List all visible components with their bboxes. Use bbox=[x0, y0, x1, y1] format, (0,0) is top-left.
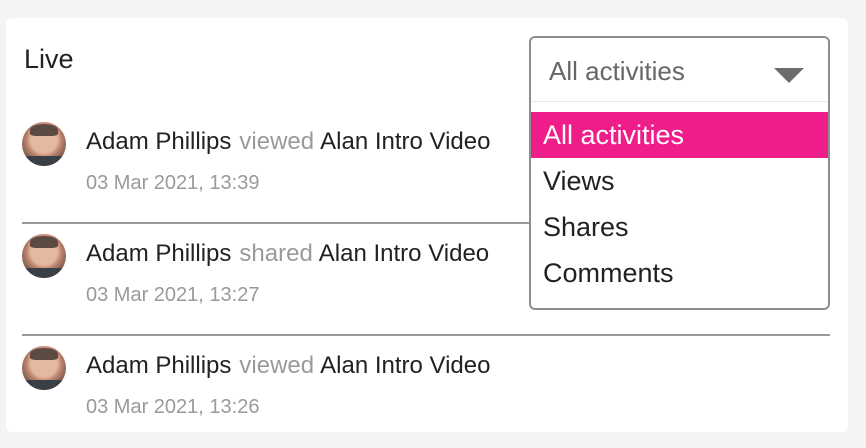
activity-user[interactable]: Adam Phillips bbox=[86, 128, 231, 155]
activity-timestamp: 03 Mar 2021, 13:26 bbox=[86, 396, 260, 418]
activity-user[interactable]: Adam Phillips bbox=[86, 240, 231, 267]
selected-filter-value: All activities bbox=[549, 56, 685, 86]
activity-timestamp: 03 Mar 2021, 13:39 bbox=[86, 172, 260, 194]
activity-action: shared bbox=[239, 240, 313, 267]
activity-timestamp: 03 Mar 2021, 13:27 bbox=[86, 284, 260, 306]
panel-title: Live bbox=[24, 44, 74, 74]
activity-filter-dropdown[interactable]: All activities All activities Views Shar… bbox=[529, 36, 830, 310]
user-avatar bbox=[22, 122, 66, 166]
activity-item[interactable]: Adam Phillips viewed Alan Intro Video 03 M… bbox=[22, 336, 830, 448]
filter-option-comments[interactable]: Comments bbox=[531, 250, 828, 296]
activity-item-name[interactable]: Alan Intro Video bbox=[320, 128, 490, 155]
user-avatar bbox=[22, 346, 66, 390]
activity-item-name[interactable]: Alan Intro Video bbox=[319, 240, 489, 267]
caret-down-icon[interactable] bbox=[774, 68, 804, 83]
activity-action: viewed bbox=[239, 352, 315, 379]
activity-item-name[interactable]: Alan Intro Video bbox=[320, 352, 490, 379]
user-avatar bbox=[22, 234, 66, 278]
filter-options-list: All activities Views Shares Comments bbox=[531, 102, 828, 308]
filter-option-views[interactable]: Views bbox=[531, 158, 828, 204]
filter-option-shares[interactable]: Shares bbox=[531, 204, 828, 250]
activity-action: viewed bbox=[239, 128, 315, 155]
activity-line: Adam Phillips shared Alan Intro Video bbox=[86, 240, 489, 268]
activity-line: Adam Phillips viewed Alan Intro Video bbox=[86, 352, 490, 380]
activity-user[interactable]: Adam Phillips bbox=[86, 352, 231, 379]
activity-line: Adam Phillips viewed Alan Intro Video bbox=[86, 128, 490, 156]
activity-filter-select[interactable]: All activities bbox=[531, 38, 828, 102]
filter-option-all-activities[interactable]: All activities bbox=[531, 112, 828, 158]
